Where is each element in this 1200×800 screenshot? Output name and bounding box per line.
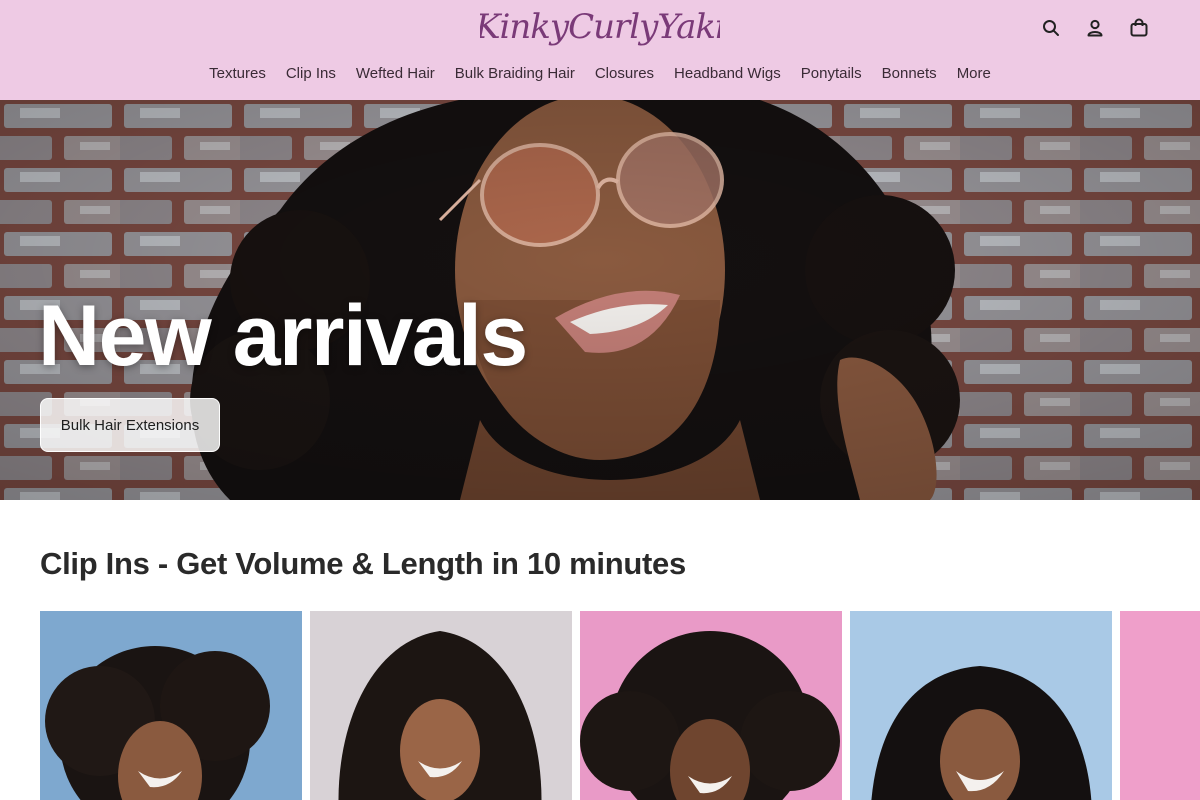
nav-item-wefted-hair[interactable]: Wefted Hair [356,62,435,86]
product-carousel [40,611,1200,800]
product-image [310,611,572,800]
account-icon[interactable] [1082,14,1108,42]
product-image [40,611,302,800]
cart-icon[interactable] [1126,14,1152,42]
nav-item-ponytails[interactable]: Ponytails [801,62,862,86]
logo-wordmark: KinkyCurlyYaki [480,7,720,47]
product-image [1120,611,1200,800]
product-card[interactable] [40,611,302,800]
nav-item-textures[interactable]: Textures [209,62,266,86]
bulk-hair-extensions-button[interactable]: Bulk Hair Extensions [40,398,220,452]
header-icons [1038,14,1152,42]
main-nav: Textures Clip Ins Wefted Hair Bulk Braid… [0,62,1200,86]
nav-item-closures[interactable]: Closures [595,62,654,86]
logo-text: KinkyCurlyYaki [480,7,720,47]
hero-title: New arrivals [38,288,528,384]
hero-banner[interactable]: New arrivals Bulk Hair Extensions [0,100,1200,500]
nav-item-clip-ins[interactable]: Clip Ins [286,62,336,86]
nav-item-bulk-braiding-hair[interactable]: Bulk Braiding Hair [455,62,575,86]
section-title: Clip Ins - Get Volume & Length in 10 min… [40,546,686,581]
site-header: KinkyCurlyYaki Textures Clip Ins Wefted … [0,0,1200,100]
product-card[interactable] [580,611,842,800]
product-image [580,611,842,800]
product-card[interactable] [310,611,572,800]
product-image [850,611,1112,800]
product-card[interactable] [1120,611,1200,800]
nav-item-headband-wigs[interactable]: Headband Wigs [674,62,781,86]
nav-item-bonnets[interactable]: Bonnets [882,62,937,86]
product-card[interactable] [850,611,1112,800]
search-icon[interactable] [1038,14,1064,42]
nav-item-more[interactable]: More [957,62,991,86]
logo[interactable]: KinkyCurlyYaki [0,2,1200,54]
